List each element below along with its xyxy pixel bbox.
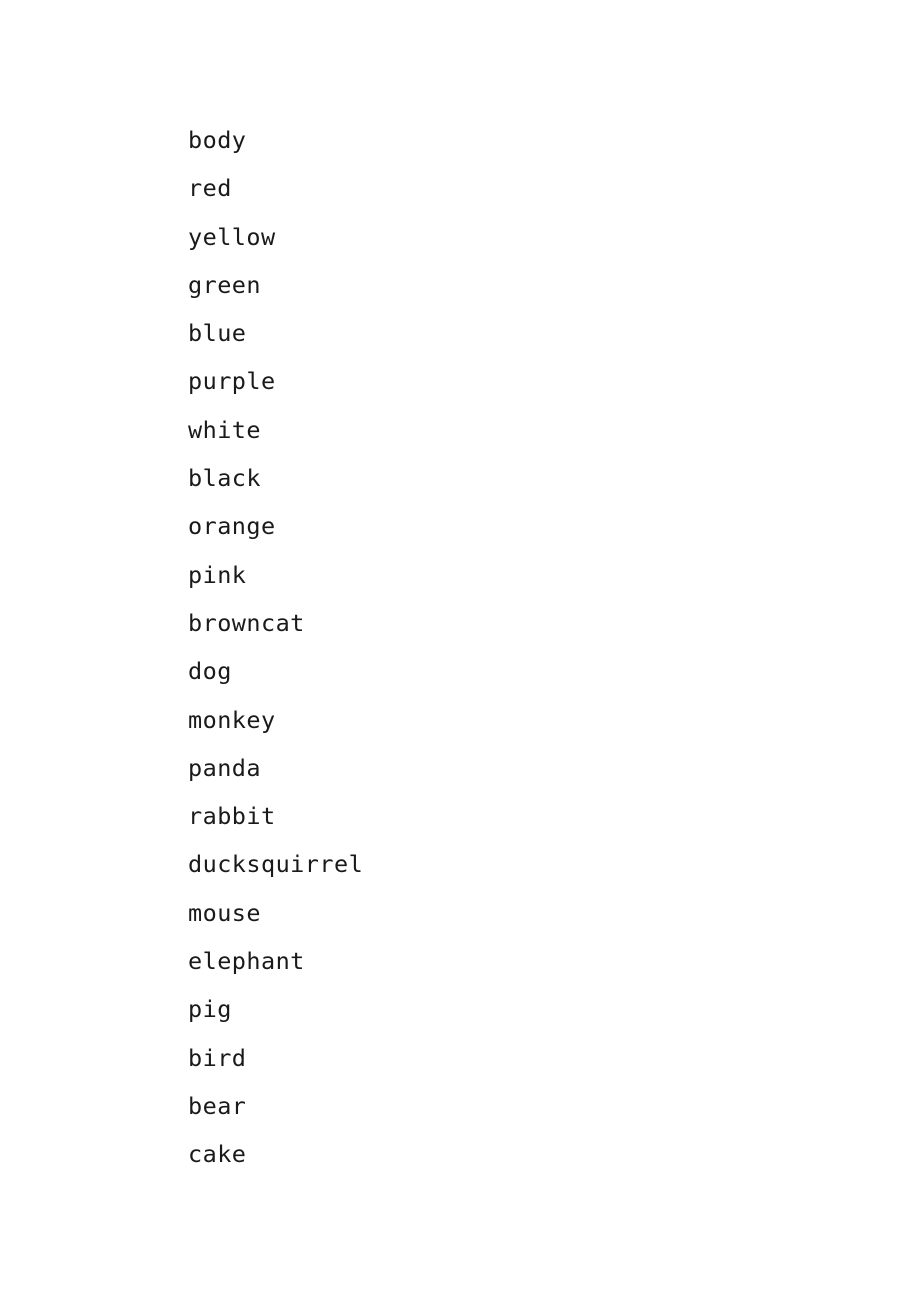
list-item: mouse: [188, 898, 261, 927]
list-item: browncat: [188, 608, 305, 637]
list-item: blue: [188, 319, 247, 348]
list-item: dog: [188, 657, 232, 686]
list-item: rabbit: [188, 802, 276, 831]
list-item: white: [188, 415, 261, 444]
list-item: purple: [188, 367, 276, 396]
list-item: orange: [188, 512, 276, 541]
list-item: pig: [188, 995, 232, 1024]
list-item: yellow: [188, 222, 276, 251]
list-item: black: [188, 464, 261, 493]
list-item: pink: [188, 560, 247, 589]
list-item: body: [188, 126, 247, 154]
list-item: elephant: [188, 947, 305, 976]
list-item: cake: [188, 1140, 247, 1169]
list-item: bear: [188, 1091, 247, 1120]
list-item: bird: [188, 1043, 247, 1072]
document-page: body red yellow green blue purple white …: [0, 0, 920, 1302]
list-item: panda: [188, 753, 261, 782]
list-item: ducksquirrel: [188, 850, 364, 879]
list-item: monkey: [188, 705, 276, 734]
word-list: body red yellow green blue purple white …: [188, 116, 788, 1179]
list-item: red: [188, 174, 232, 203]
list-item: green: [188, 270, 261, 299]
